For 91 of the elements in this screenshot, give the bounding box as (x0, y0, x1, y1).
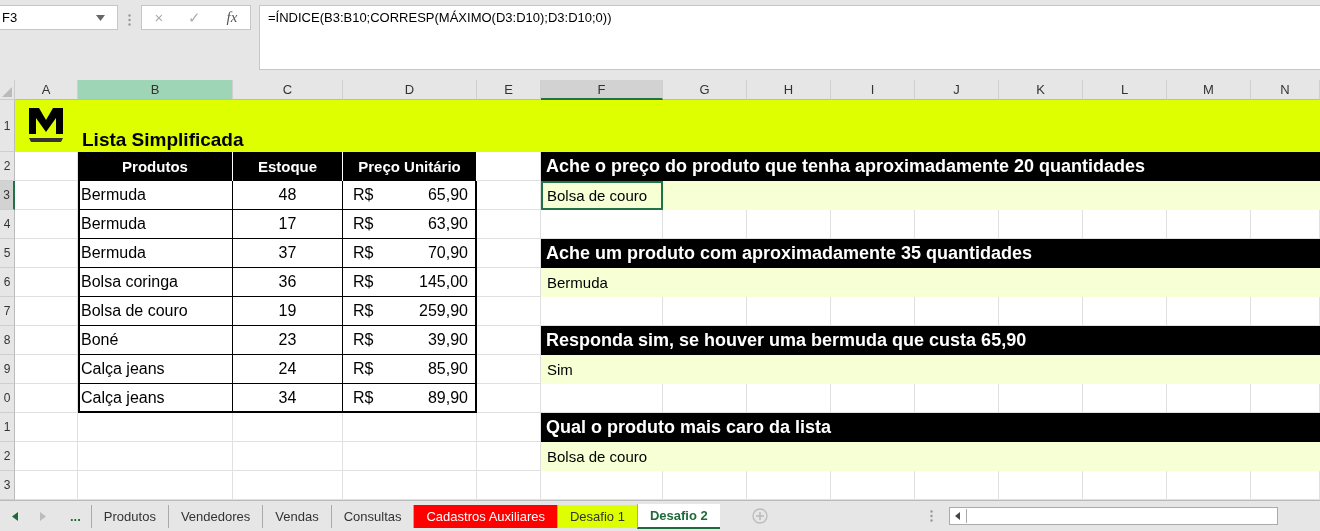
question-heading: Qual o produto mais caro da lista (541, 413, 1320, 442)
table-cell: 36 (233, 268, 343, 297)
table-cell: 24 (233, 355, 343, 384)
select-all-corner[interactable] (0, 80, 15, 100)
table-cell: Bermuda (78, 210, 233, 239)
currency-symbol: R$ (353, 244, 374, 262)
table-header-cell: Estoque (233, 152, 343, 181)
row-header[interactable]: 3 (0, 181, 15, 210)
column-header[interactable]: M (1167, 80, 1251, 100)
table-cell: Bermuda (78, 181, 233, 210)
sheet-tab[interactable]: Produtos (90, 504, 168, 528)
horizontal-scrollbar[interactable] (948, 507, 1278, 525)
row-header[interactable]: 0 (0, 384, 15, 413)
sheet-tab[interactable]: Vendedores (167, 504, 263, 528)
caret-icon[interactable] (96, 14, 105, 21)
column-header[interactable]: N (1251, 80, 1320, 100)
price-value: 85,90 (427, 360, 468, 378)
currency-symbol: R$ (353, 186, 374, 204)
price-value: 39,90 (427, 331, 468, 349)
column-header[interactable]: J (915, 80, 999, 100)
answer-cell[interactable]: Sim (541, 355, 663, 384)
formula-field[interactable]: =ÍNDICE(B3:B10;CORRESP(MÁXIMO(D3:D10);D3:D10;0)) (259, 5, 1320, 70)
row-header[interactable]: 6 (0, 268, 15, 297)
next-sheet-icon[interactable] (40, 511, 46, 521)
column-header[interactable]: L (1083, 80, 1167, 100)
row-header[interactable]: 8 (0, 326, 15, 355)
table-cell: Bermuda (78, 239, 233, 268)
table-cell: Bolsa coringa (78, 268, 233, 297)
row-header[interactable]: 1 (0, 413, 15, 442)
table-cell: 37 (233, 239, 343, 268)
sheet-tab[interactable]: Cadastros Auxiliares (413, 504, 557, 528)
row-header[interactable]: 2 (0, 442, 15, 471)
currency-symbol: R$ (353, 389, 374, 407)
table-cell: Bolsa de couro (78, 297, 233, 326)
price-value: 63,90 (427, 215, 468, 233)
column-header[interactable]: H (747, 80, 831, 100)
name-box-value: F3 (2, 10, 18, 25)
column-header[interactable]: F (541, 80, 663, 100)
sheet-tab[interactable]: Desafio 2 (636, 503, 720, 529)
column-header[interactable]: C (233, 80, 343, 100)
table-cell: Calça jeans (78, 384, 233, 413)
currency-symbol: R$ (353, 273, 374, 291)
add-sheet-icon[interactable] (751, 508, 768, 524)
sheet-tab[interactable]: Vendas (262, 504, 331, 528)
currency-symbol: R$ (353, 360, 374, 378)
currency-symbol: R$ (353, 215, 374, 233)
grip-icon (128, 14, 131, 26)
table-cell: Boné (78, 326, 233, 355)
table-cell: Calça jeans (78, 355, 233, 384)
row-header[interactable]: 2 (0, 152, 15, 181)
row-header[interactable]: 7 (0, 297, 15, 326)
question-heading: Ache o preço do produto que tenha aproximadamente 20 quantidades (541, 152, 1320, 181)
table-cell: 17 (233, 210, 343, 239)
price-value: 259,90 (419, 302, 468, 320)
column-header[interactable]: G (663, 80, 747, 100)
price-value: 70,90 (427, 244, 468, 262)
answer-cell[interactable]: Bolsa de couro (541, 181, 663, 210)
sheet-tab[interactable]: Desafio 1 (557, 504, 637, 528)
row-header[interactable]: 1 (0, 100, 15, 152)
currency-symbol: R$ (353, 302, 374, 320)
more-sheets-button[interactable]: ... (70, 508, 81, 524)
table-cell: 19 (233, 297, 343, 326)
question-heading: Responda sim, se houver uma bermuda que custa 65,90 (541, 326, 1320, 355)
price-value: 65,90 (427, 186, 468, 204)
price-value: 145,00 (419, 273, 468, 291)
column-header[interactable]: B (78, 80, 233, 100)
column-header[interactable]: E (477, 80, 541, 100)
table-cell: 23 (233, 326, 343, 355)
answer-cell[interactable]: Bolsa de couro (541, 442, 663, 471)
table-cell: 48 (233, 181, 343, 210)
row-header[interactable]: 3 (0, 471, 15, 500)
column-header[interactable]: D (343, 80, 477, 100)
price-value: 89,90 (427, 389, 468, 407)
grip-icon (929, 510, 933, 522)
corner-triangle-icon (2, 87, 12, 97)
answer-cell[interactable]: Bermuda (541, 268, 663, 297)
table-header-cell: Produtos (78, 152, 233, 181)
previous-sheet-icon[interactable] (12, 511, 18, 521)
column-header[interactable]: A (15, 80, 78, 100)
table-header-cell: Preço Unitário (343, 152, 477, 181)
column-header[interactable]: K (999, 80, 1083, 100)
row-header[interactable]: 5 (0, 239, 15, 268)
question-heading: Ache um produto com aproximadamente 35 quantidades (541, 239, 1320, 268)
column-header[interactable]: I (831, 80, 915, 100)
sheet-title: Lista Simplificada (81, 129, 245, 152)
table-cell: 34 (233, 384, 343, 413)
row-header[interactable]: 9 (0, 355, 15, 384)
insert-function-button[interactable]: fx (222, 9, 242, 26)
name-box[interactable]: F3 (0, 5, 118, 30)
currency-symbol: R$ (353, 331, 374, 349)
row-header[interactable]: 4 (0, 210, 15, 239)
